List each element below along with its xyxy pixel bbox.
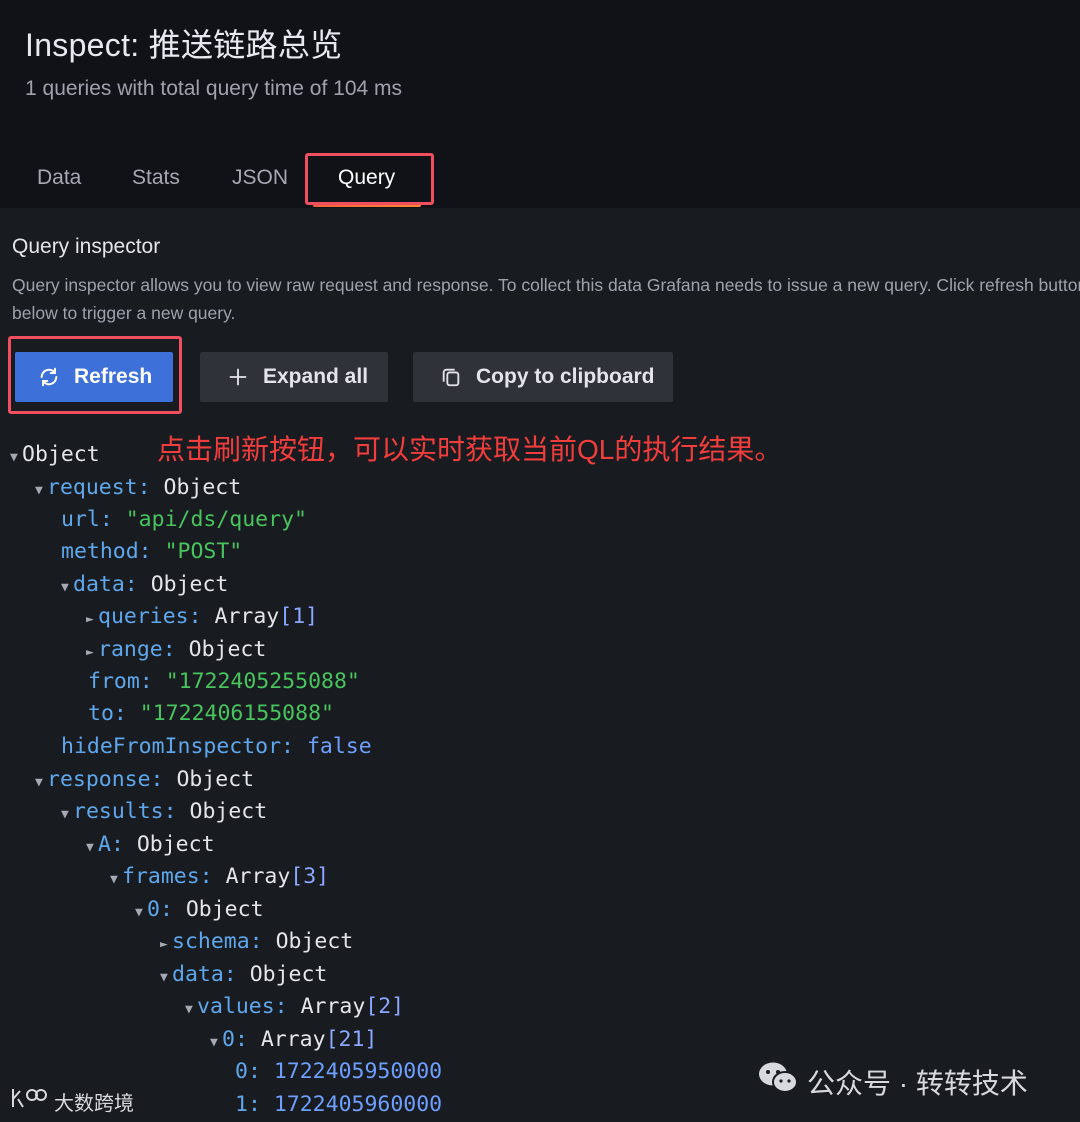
expand-arrow-icon: ►: [86, 612, 94, 627]
expand-arrow-icon: ►: [160, 937, 168, 952]
section-title: Query inspector: [12, 235, 161, 258]
page-title: Inspect: 推送链路总览: [25, 27, 343, 63]
query-tab-highlight-box: [305, 153, 434, 205]
annotation-text: 点击刷新按钮，可以实时获取当前QL的执行结果。: [157, 434, 783, 465]
collapse-arrow-icon: ▼: [210, 1035, 218, 1050]
collapse-arrow-icon: ▼: [61, 807, 69, 822]
tree-node-method: method: "POST": [61, 539, 243, 564]
collapse-arrow-icon: ▼: [10, 450, 18, 465]
tree-node-hide-from-inspector: hideFromInspector: false: [61, 734, 372, 759]
refresh-highlight-box: [8, 336, 182, 414]
collapse-arrow-icon: ▼: [185, 1002, 193, 1017]
copy-icon: [439, 365, 463, 389]
tree-node-values-0[interactable]: ▼ 0: Array[21]: [210, 1025, 377, 1055]
tree-node-frame-data[interactable]: ▼ data: Object: [160, 960, 327, 990]
tab-stats[interactable]: Stats: [132, 166, 180, 190]
watermark-left-text: 大数跨境: [54, 1092, 134, 1115]
wechat-icon: [757, 1060, 799, 1103]
tree-node-to: to: "1722406155088": [88, 701, 334, 726]
collapse-arrow-icon: ▼: [35, 483, 43, 498]
tree-node-range[interactable]: ► range: Object: [86, 635, 266, 665]
collapse-arrow-icon: ▼: [160, 970, 168, 985]
tree-node-from: from: "1722405255088": [88, 669, 360, 694]
tab-bar: Data Stats JSON Query: [0, 150, 1080, 208]
query-inspector-panel: Query inspector Query inspector allows y…: [0, 208, 1080, 1122]
collapse-arrow-icon: ▼: [86, 840, 94, 855]
collapse-arrow-icon: ▼: [35, 775, 43, 790]
copy-to-clipboard-button[interactable]: Copy to clipboard: [413, 352, 673, 402]
tree-node-url: url: "api/ds/query": [61, 507, 307, 532]
section-description: Query inspector allows you to view raw r…: [12, 275, 1080, 323]
tree-node-results[interactable]: ▼ results: Object: [61, 797, 267, 827]
tab-data[interactable]: Data: [37, 166, 81, 190]
tree-node-value-item: 1: 1722405960000: [235, 1092, 443, 1117]
collapse-arrow-icon: ▼: [61, 580, 69, 595]
plus-icon: [226, 365, 250, 389]
tree-node-value-item: 0: 1722405950000: [235, 1059, 443, 1084]
query-summary: 1 queries with total query time of 104 m…: [25, 77, 403, 100]
tree-node-request[interactable]: ▼ request: Object: [35, 473, 241, 503]
collapse-arrow-icon: ▼: [135, 905, 143, 920]
tree-node-response[interactable]: ▼ response: Object: [35, 765, 254, 795]
tree-node-schema[interactable]: ► schema: Object: [160, 927, 353, 957]
watermark-right-text: 公众号 · 转转技术: [807, 1067, 1028, 1099]
collapse-arrow-icon: ▼: [110, 872, 118, 887]
tree-node-data[interactable]: ▼ data: Object: [61, 570, 228, 600]
watermark-left: 大数跨境: [10, 1086, 134, 1116]
expand-arrow-icon: ►: [86, 645, 94, 660]
watermark-right: 公众号 · 转转技术: [757, 1060, 1028, 1103]
copy-label: Copy to clipboard: [476, 365, 655, 388]
tree-node-frame-0[interactable]: ▼ 0: Object: [135, 895, 264, 925]
tree-node-frames[interactable]: ▼ frames: Array[3]: [110, 862, 329, 892]
expand-all-button[interactable]: Expand all: [200, 352, 388, 402]
expand-all-label: Expand all: [263, 365, 369, 388]
tree-node-root[interactable]: ▼ Object: [10, 440, 100, 470]
logo-icon: [10, 1086, 48, 1116]
inspect-header: Inspect: 推送链路总览 1 queries with total que…: [0, 0, 1080, 208]
tree-node-a[interactable]: ▼ A: Object: [86, 830, 215, 860]
tab-json[interactable]: JSON: [232, 166, 288, 190]
tree-node-values[interactable]: ▼ values: Array[2]: [185, 992, 404, 1022]
tree-node-queries[interactable]: ► queries: Array[1]: [86, 602, 318, 632]
